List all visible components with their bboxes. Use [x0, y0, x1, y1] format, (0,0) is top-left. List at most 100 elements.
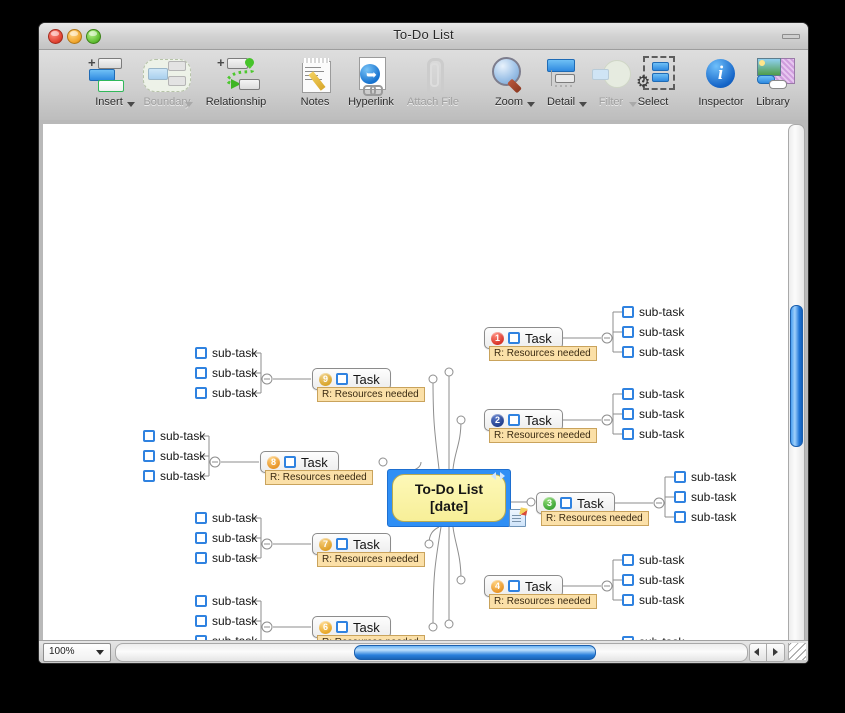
subtask-2-3[interactable]: sub-task	[622, 424, 684, 444]
mindmap-canvas[interactable]: To-Do List [date] 1 Task R: Resources ne…	[43, 124, 795, 644]
subtask-checkbox[interactable]	[622, 326, 634, 338]
toolbar-item-attach-file[interactable]: Attach File	[395, 54, 471, 108]
subtask-1-2[interactable]: sub-task	[622, 322, 684, 342]
task-checkbox[interactable]	[508, 414, 520, 426]
priority-badge[interactable]: 3	[543, 496, 556, 510]
resize-grip[interactable]	[788, 643, 806, 660]
horizontal-scrollbar-thumb[interactable]	[354, 645, 596, 660]
vertical-scrollbar[interactable]	[788, 124, 805, 646]
subtask-7-2[interactable]: sub-task	[195, 528, 257, 548]
subtask-checkbox[interactable]	[622, 306, 634, 318]
priority-badge[interactable]: 9	[319, 372, 332, 386]
subtask-checkbox[interactable]	[195, 552, 207, 564]
subtask-checkbox[interactable]	[622, 388, 634, 400]
subtask-checkbox[interactable]	[195, 615, 207, 627]
subtask-checkbox[interactable]	[622, 408, 634, 420]
task-checkbox[interactable]	[336, 538, 348, 550]
subtask-7-1[interactable]: sub-task	[195, 508, 257, 528]
subtask-checkbox[interactable]	[195, 532, 207, 544]
subtask-label: sub-task	[160, 449, 206, 463]
subtask-checkbox[interactable]	[195, 387, 207, 399]
chevron-down-icon[interactable]	[127, 102, 135, 107]
status-bar: 100%	[39, 640, 808, 663]
priority-badge[interactable]: 1	[491, 331, 504, 345]
task-label: Task	[353, 371, 380, 387]
subtask-checkbox[interactable]	[622, 346, 634, 358]
note-attachment-icon[interactable]	[509, 507, 528, 527]
subtask-3-1[interactable]: sub-task	[674, 467, 736, 487]
toolbar-item-insert[interactable]: + Insert	[77, 54, 141, 108]
subtask-4-3[interactable]: sub-task	[622, 590, 684, 610]
subtask-6-1[interactable]: sub-task	[195, 591, 257, 611]
subtask-9-1[interactable]: sub-task	[195, 343, 257, 363]
subtask-checkbox[interactable]	[622, 428, 634, 440]
task-checkbox[interactable]	[336, 621, 348, 633]
subtask-checkbox[interactable]	[622, 554, 634, 566]
resize-handle-left-icon[interactable]	[491, 472, 496, 480]
toolbar-item-boundary[interactable]: Boundary	[135, 54, 199, 108]
toolbar-item-select[interactable]: ⚙ Select	[621, 54, 685, 108]
toolbar-item-relationship[interactable]: + Relationship	[191, 54, 281, 108]
subtask-checkbox[interactable]	[195, 347, 207, 359]
toolbar-toggle-button[interactable]	[782, 34, 800, 39]
priority-badge[interactable]: 8	[267, 455, 280, 469]
priority-badge[interactable]: 6	[319, 620, 332, 634]
task-note-3[interactable]: R: Resources needed	[541, 511, 649, 526]
subtask-8-3[interactable]: sub-task	[143, 466, 205, 486]
subtask-checkbox[interactable]	[195, 512, 207, 524]
toolbar-item-notes[interactable]: Notes	[283, 54, 347, 108]
scroll-right-button[interactable]	[766, 643, 785, 662]
task-checkbox[interactable]	[508, 332, 520, 344]
task-note-4[interactable]: R: Resources needed	[489, 594, 597, 609]
resize-handle-right-icon[interactable]	[500, 472, 505, 480]
subtask-9-2[interactable]: sub-task	[195, 363, 257, 383]
chevron-down-icon[interactable]	[96, 650, 104, 655]
subtask-label: sub-task	[212, 594, 258, 608]
subtask-4-2[interactable]: sub-task	[622, 570, 684, 590]
subtask-9-3[interactable]: sub-task	[195, 383, 257, 403]
subtask-label: sub-task	[212, 551, 258, 565]
subtask-8-2[interactable]: sub-task	[143, 446, 205, 466]
task-checkbox[interactable]	[284, 456, 296, 468]
task-note-8[interactable]: R: Resources needed	[265, 470, 373, 485]
subtask-3-2[interactable]: sub-task	[674, 487, 736, 507]
zoom-level-select[interactable]: 100%	[43, 643, 111, 662]
subtask-6-2[interactable]: sub-task	[195, 611, 257, 631]
priority-badge[interactable]: 4	[491, 579, 504, 593]
subtask-checkbox[interactable]	[674, 511, 686, 523]
task-note-1[interactable]: R: Resources needed	[489, 346, 597, 361]
priority-badge[interactable]: 7	[319, 537, 332, 551]
subtask-checkbox[interactable]	[195, 595, 207, 607]
subtask-3-3[interactable]: sub-task	[674, 507, 736, 527]
subtask-checkbox[interactable]	[622, 574, 634, 586]
root-node-selection[interactable]: To-Do List [date]	[387, 469, 511, 527]
toolbar-item-hyperlink[interactable]: ➥ Hyperlink	[339, 54, 403, 108]
subtask-2-2[interactable]: sub-task	[622, 404, 684, 424]
subtask-checkbox[interactable]	[674, 491, 686, 503]
task-note-2[interactable]: R: Resources needed	[489, 428, 597, 443]
task-checkbox[interactable]	[508, 580, 520, 592]
subtask-8-1[interactable]: sub-task	[143, 426, 205, 446]
subtask-7-3[interactable]: sub-task	[195, 548, 257, 568]
subtask-checkbox[interactable]	[143, 470, 155, 482]
subtask-checkbox[interactable]	[143, 430, 155, 442]
title-bar[interactable]: To-Do List	[39, 23, 808, 50]
task-note-9[interactable]: R: Resources needed	[317, 387, 425, 402]
subtask-checkbox[interactable]	[143, 450, 155, 462]
root-node[interactable]: To-Do List [date]	[392, 474, 506, 522]
toolbar-item-fonts[interactable]: A Fonts	[789, 54, 808, 108]
task-checkbox[interactable]	[336, 373, 348, 385]
subtask-checkbox[interactable]	[622, 594, 634, 606]
subtask-2-1[interactable]: sub-task	[622, 384, 684, 404]
task-note-7[interactable]: R: Resources needed	[317, 552, 425, 567]
subtask-checkbox[interactable]	[195, 367, 207, 379]
horizontal-scrollbar[interactable]	[115, 643, 748, 662]
subtask-1-1[interactable]: sub-task	[622, 302, 684, 322]
subtask-label: sub-task	[639, 573, 685, 587]
subtask-1-3[interactable]: sub-task	[622, 342, 684, 362]
vertical-scrollbar-thumb[interactable]	[790, 305, 803, 447]
subtask-4-1[interactable]: sub-task	[622, 550, 684, 570]
priority-badge[interactable]: 2	[491, 413, 504, 427]
subtask-checkbox[interactable]	[674, 471, 686, 483]
task-checkbox[interactable]	[560, 497, 572, 509]
